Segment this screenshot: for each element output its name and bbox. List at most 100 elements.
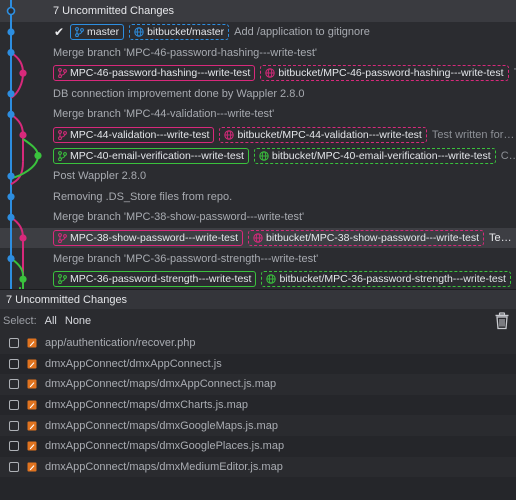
commit-message: Merge branch 'MPC-38-show-password---wri…: [53, 211, 305, 224]
modified-file-icon: [27, 462, 37, 472]
file-path: dmxAppConnect/maps/dmxGooglePlaces.js.ma…: [45, 440, 285, 453]
commit-row[interactable]: MPC-44-validation---write-test bitbucket/…: [0, 125, 516, 145]
file-checkbox[interactable]: [9, 420, 19, 431]
file-path: dmxAppConnect/maps/dmxGoogleMaps.js.map: [45, 419, 278, 432]
globe-icon: [253, 233, 263, 243]
commit-message: Merge branch 'MPC-36-password-strength--…: [53, 252, 319, 265]
file-path: dmxAppConnect/maps/dmxAppConnect.js.map: [45, 378, 277, 391]
branch-icon: [75, 27, 84, 37]
commit-node[interactable]: [19, 69, 27, 77]
commit-node[interactable]: [7, 172, 15, 180]
commit-row[interactable]: Merge branch 'MPC-46-password-hashing---…: [0, 43, 516, 63]
select-bar: Select: All None: [0, 309, 516, 333]
commit-node[interactable]: [7, 255, 15, 263]
remote-branch-tag[interactable]: bitbucket/MPC-44-validation---write-test: [219, 127, 427, 143]
file-checkbox[interactable]: [9, 338, 19, 349]
file-path: dmxAppConnect/dmxAppConnect.js: [45, 357, 222, 370]
file-checkbox[interactable]: [9, 400, 19, 411]
branch-tag-label: bitbucket/MPC-44-validation---write-test: [237, 129, 422, 141]
modified-file-icon: [27, 338, 37, 348]
changed-file-row[interactable]: dmxAppConnect/maps/dmxAppConnect.js.map: [0, 374, 516, 395]
changed-file-row[interactable]: dmxAppConnect/maps/dmxGoogleMaps.js.map: [0, 415, 516, 436]
branch-icon: [58, 274, 67, 285]
select-none-link[interactable]: None: [65, 315, 91, 327]
commit-message: Closing pas...: [500, 149, 516, 162]
branch-icon: [58, 130, 67, 140]
local-branch-tag[interactable]: MPC-44-validation---write-test: [53, 127, 215, 143]
local-branch-tag[interactable]: MPC-38-show-password---write-test: [53, 230, 244, 246]
globe-icon: [224, 130, 235, 140]
uncommitted-changes-row[interactable]: 7 Uncommitted Changes: [0, 0, 516, 22]
commit-row[interactable]: DB connection improvement done by Wapple…: [0, 84, 516, 104]
commit-row[interactable]: MPC-46-password-hashing---write-test bitb…: [0, 63, 516, 83]
changed-files-list: app/authentication/recover.php dmxAppConn…: [0, 333, 516, 478]
commit-row[interactable]: Post Wappler 2.8.0: [0, 166, 516, 186]
commit-row[interactable]: ✔ master bitbucket/master Add /application …: [0, 22, 516, 42]
commit-message: Merge branch 'MPC-44-validation---write-…: [53, 108, 275, 121]
commit-row[interactable]: MPC-38-show-password---write-test bitbuck…: [0, 228, 516, 248]
commit-node[interactable]: [7, 213, 15, 221]
branch-tag-label: MPC-46-password-hashing---write-test: [70, 67, 251, 80]
trash-icon[interactable]: [494, 312, 510, 330]
branch-tag-label: MPC-40-email-verification---write-test: [70, 149, 244, 162]
select-all-link[interactable]: All: [45, 315, 57, 327]
commit-node[interactable]: [19, 275, 27, 283]
commit-row[interactable]: Merge branch 'MPC-44-validation---write-…: [0, 104, 516, 124]
modified-file-icon: [27, 441, 37, 451]
changed-file-row[interactable]: dmxAppConnect/dmxAppConnect.js: [0, 353, 516, 375]
branch-icon: [58, 68, 67, 79]
file-path: app/authentication/recover.php: [45, 337, 196, 350]
commit-node[interactable]: [19, 131, 27, 139]
commit-message: Merge branch 'MPC-46-password-hashing---…: [53, 46, 318, 59]
local-branch-tag[interactable]: master: [70, 24, 125, 40]
changes-panel-title: 7 Uncommitted Changes: [6, 293, 128, 306]
modified-file-icon: [27, 400, 37, 410]
commit-node[interactable]: [19, 234, 27, 242]
commit-row[interactable]: MPC-40-email-verification---write-test bi…: [0, 146, 516, 166]
commit-message: Test written fo...: [489, 232, 516, 244]
commit-row[interactable]: Removing .DS_Store files from repo.: [0, 187, 516, 207]
changed-file-row[interactable]: dmxAppConnect/maps/dmxMediumEditor.js.ma…: [0, 456, 516, 478]
file-checkbox[interactable]: [9, 461, 19, 472]
graph-edge: [10, 161, 24, 186]
commit-row[interactable]: Merge branch 'MPC-36-password-strength--…: [0, 249, 516, 269]
commit-message: Post Wappler 2.8.0: [53, 170, 147, 183]
file-checkbox[interactable]: [9, 358, 19, 369]
changed-file-row[interactable]: app/authentication/recover.php: [0, 333, 516, 354]
file-checkbox[interactable]: [9, 379, 19, 390]
changed-file-row[interactable]: dmxAppConnect/maps/dmxCharts.js.map: [0, 394, 516, 416]
uncommitted-changes-label: 7 Uncommitted Changes: [53, 5, 175, 17]
remote-branch-tag[interactable]: bitbucket/MPC-40-email-verification---wr…: [253, 147, 496, 164]
branch-tag-label: bitbucket/MPC-38-show-password---write-t…: [266, 232, 480, 244]
remote-branch-tag[interactable]: bitbucket/MPC-46-password-hashing---writ…: [260, 65, 509, 82]
commit-node[interactable]: [7, 28, 15, 36]
commit-row[interactable]: MPC-36-password-strength---write-test bit…: [0, 269, 516, 289]
uncommitted-node[interactable]: [6, 6, 16, 16]
commit-history: 7 Uncommitted Changes ✔ master bitbucket/m…: [0, 0, 516, 289]
commit-node[interactable]: [7, 110, 15, 118]
commit-message: DB connection improvement done by Wapple…: [53, 87, 305, 100]
commit-node[interactable]: [34, 152, 42, 160]
commit-node[interactable]: [7, 49, 15, 57]
commit-row[interactable]: Merge branch 'MPC-38-show-password---wri…: [0, 207, 516, 227]
commit-node[interactable]: [7, 193, 15, 201]
remote-branch-tag[interactable]: bitbucket/master: [129, 24, 230, 40]
remote-branch-tag[interactable]: bitbucket/MPC-36-password-strength---wri…: [261, 271, 511, 288]
globe-icon: [259, 150, 269, 161]
commit-node[interactable]: [7, 90, 15, 98]
branch-tag-label: bitbucket/MPC-46-password-hashing---writ…: [278, 67, 504, 80]
changes-panel-header: 7 Uncommitted Changes: [0, 289, 516, 309]
commit-message: Add /application to gitignore: [234, 26, 370, 38]
commit-graph: [6, 0, 42, 289]
local-branch-tag[interactable]: MPC-40-email-verification---write-test: [53, 147, 249, 164]
changed-file-row[interactable]: dmxAppConnect/maps/dmxGooglePlaces.js.ma…: [0, 435, 516, 457]
local-branch-tag[interactable]: MPC-46-password-hashing---write-test: [53, 65, 256, 82]
branch-tag-label: bitbucket/master: [147, 26, 225, 38]
modified-file-icon: [27, 359, 37, 369]
remote-branch-tag[interactable]: bitbucket/MPC-38-show-password---write-t…: [248, 230, 485, 246]
globe-icon: [134, 27, 144, 37]
file-checkbox[interactable]: [9, 441, 19, 452]
graph-edge: [10, 155, 39, 180]
branch-icon: [58, 233, 67, 243]
local-branch-tag[interactable]: MPC-36-password-strength---write-test: [53, 271, 257, 288]
